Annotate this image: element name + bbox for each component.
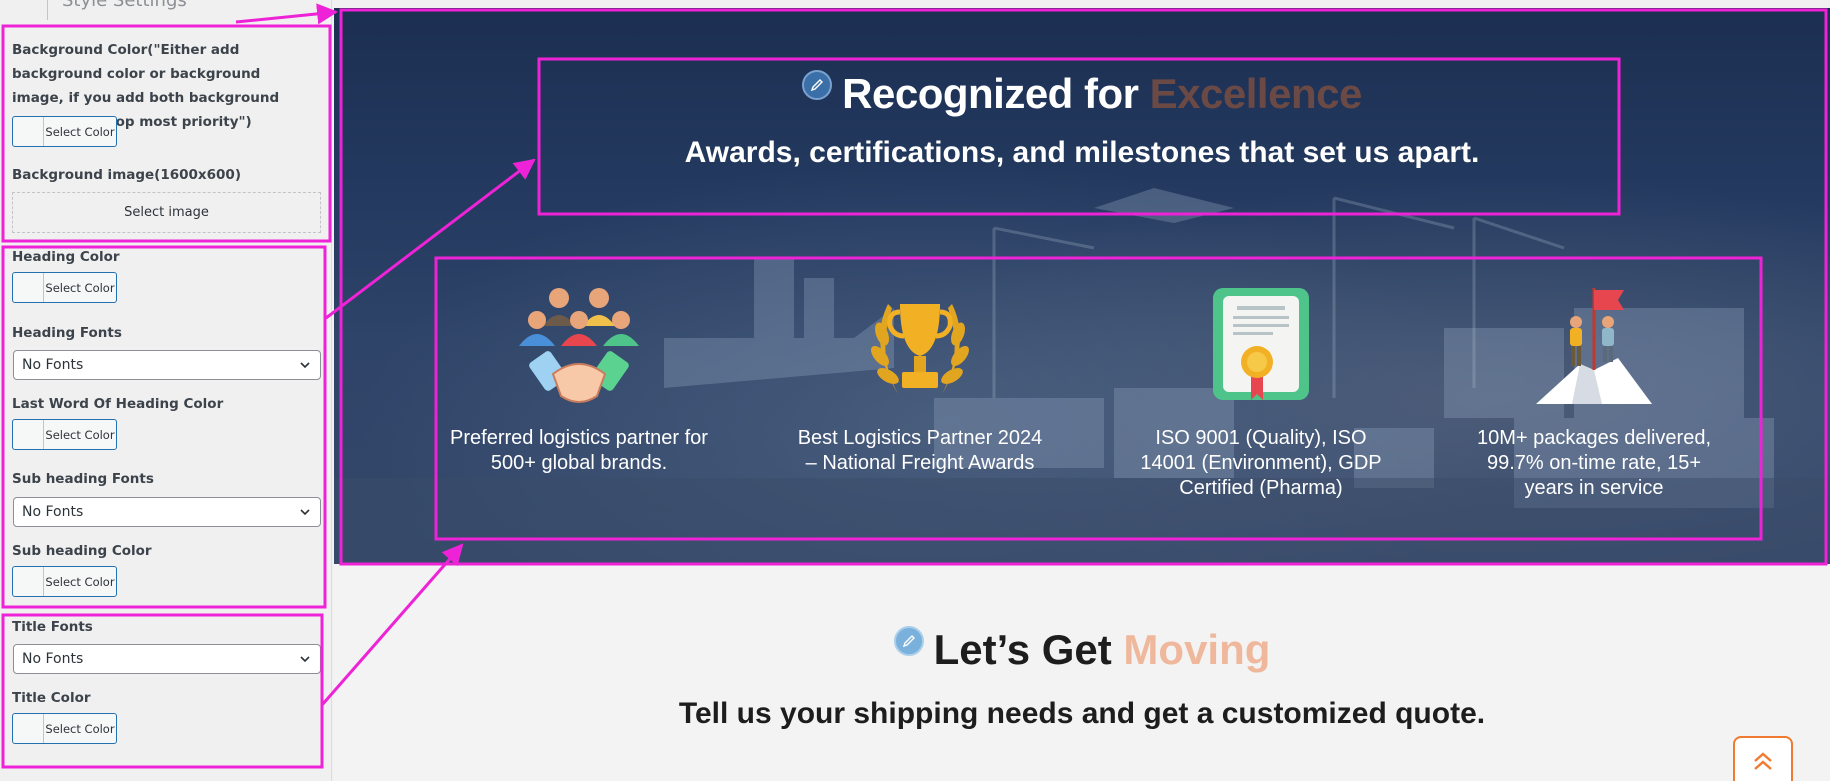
heading-fonts-value: No Fonts [22, 357, 84, 373]
last-word-color-picker-button[interactable]: Select Color [12, 419, 117, 450]
chevron-down-icon [300, 509, 310, 516]
title-fonts-label: Title Fonts [12, 619, 93, 635]
award-text: 10M+ packages delivered, 99.7% on-time r… [1476, 427, 1712, 499]
last-word-color-swatch [13, 420, 44, 449]
heading-color-swatch [13, 273, 44, 302]
heading-color-picker-button[interactable]: Select Color [12, 272, 117, 303]
award-card: ISO 9001 (Quality), ISO 14001 (Environme… [1131, 278, 1391, 501]
chevron-down-icon [300, 656, 310, 663]
panel-tab-stub [0, 0, 48, 20]
title-color-picker-button[interactable]: Select Color [12, 713, 117, 744]
title-fonts-value: No Fonts [22, 651, 84, 667]
summit-flag-icon [1536, 288, 1652, 404]
section-title: Style Settings [62, 0, 187, 11]
title-fonts-select[interactable]: No Fonts [13, 644, 321, 674]
sub-heading-color-swatch [13, 567, 44, 596]
contact-heading-text: Let’s Get [933, 626, 1124, 673]
award-card: Best Logistics Partner 2024 – National F… [790, 278, 1050, 476]
sub-heading-color-label: Sub heading Color [12, 543, 152, 559]
award-text: Preferred logistics partner for 500+ glo… [450, 427, 708, 474]
award-card: Preferred logistics partner for 500+ glo… [449, 278, 709, 476]
awards-hero-section: Recognized for Excellence Awards, certif… [334, 8, 1830, 564]
last-word-color-label: Last Word Of Heading Color [12, 396, 224, 412]
certificate-icon [1213, 288, 1309, 400]
scroll-to-top-button[interactable] [1733, 736, 1793, 781]
settings-panel: Style Settings Background Color("Either … [0, 0, 332, 781]
bg-color-button-label: Select Color [45, 124, 115, 139]
bg-image-label: Background image(1600x600) [12, 167, 241, 183]
title-color-swatch [13, 714, 44, 743]
trophy-icon [871, 304, 969, 394]
sub-heading-color-button-label: Select Color [45, 574, 115, 589]
last-word-color-button-label: Select Color [45, 427, 115, 442]
bg-color-picker-button[interactable]: Select Color [12, 116, 117, 147]
select-image-button[interactable]: Select image [12, 192, 321, 233]
edit-pencil-icon[interactable] [893, 626, 924, 656]
sub-heading-fonts-label: Sub heading Fonts [12, 471, 154, 487]
hero-heading-last-word: Excellence [1149, 70, 1363, 117]
sub-heading-fonts-value: No Fonts [22, 504, 84, 520]
double-chevron-up-icon [1754, 752, 1772, 770]
heading-color-button-label: Select Color [45, 280, 115, 295]
chevron-down-icon [300, 362, 310, 369]
title-color-button-label: Select Color [45, 721, 115, 736]
hero-subheading: Awards, certifications, and milestones t… [684, 136, 1480, 169]
bg-color-swatch [13, 117, 44, 146]
awards-row: Preferred logistics partner for 500+ glo… [434, 278, 1744, 528]
award-text: ISO 9001 (Quality), ISO 14001 (Environme… [1140, 427, 1382, 499]
award-card: 10M+ packages delivered, 99.7% on-time r… [1464, 278, 1724, 501]
contact-cta-section: Let’s Get Moving Tell us your shipping n… [334, 564, 1830, 781]
hero-heading-text: Recognized for [842, 70, 1150, 117]
heading-fonts-label: Heading Fonts [12, 325, 122, 341]
contact-heading-last-word: Moving [1123, 626, 1271, 673]
title-color-label: Title Color [12, 690, 91, 706]
contact-subheading: Tell us your shipping needs and get a cu… [678, 697, 1486, 730]
contact-heading: Let’s Get Moving [334, 626, 1830, 674]
sub-heading-fonts-select[interactable]: No Fonts [13, 497, 321, 527]
hero-heading: Recognized for Excellence [334, 70, 1830, 118]
heading-fonts-select[interactable]: No Fonts [13, 350, 321, 380]
handshake-team-icon [519, 288, 639, 403]
heading-color-label: Heading Color [12, 249, 120, 265]
edit-pencil-icon[interactable] [802, 70, 833, 100]
award-text: Best Logistics Partner 2024 – National F… [797, 427, 1043, 474]
sub-heading-color-picker-button[interactable]: Select Color [12, 566, 117, 597]
